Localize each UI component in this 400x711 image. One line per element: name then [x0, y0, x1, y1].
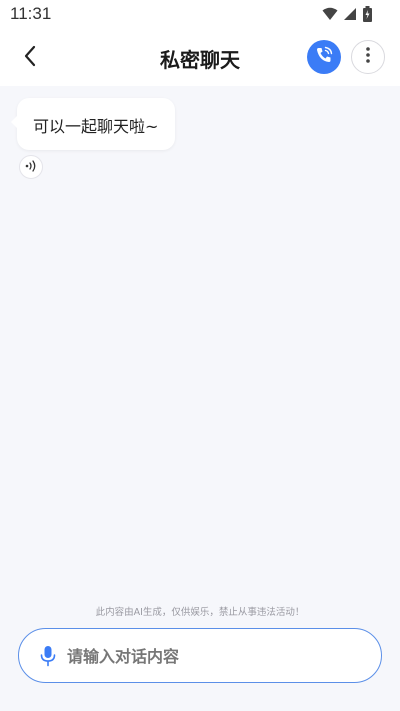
message-bubble: 可以一起聊天啦~ — [11, 98, 175, 150]
header: 私密聊天 — [0, 30, 400, 86]
voice-call-button[interactable] — [307, 40, 341, 74]
back-button[interactable] — [14, 42, 46, 74]
message-text: 可以一起聊天啦~ — [33, 117, 159, 136]
phone-call-icon — [315, 46, 333, 68]
wifi-icon — [322, 7, 338, 21]
chat-area: 可以一起聊天啦~ — [0, 86, 400, 606]
bubble-tail — [11, 115, 18, 129]
play-voice-button[interactable] — [19, 155, 43, 179]
chat-input-bar[interactable] — [18, 628, 382, 683]
chat-input[interactable] — [67, 639, 367, 673]
speaker-wave-icon — [24, 158, 38, 177]
more-options-button[interactable] — [351, 40, 385, 74]
microphone-icon[interactable] — [37, 644, 59, 668]
chevron-left-icon — [23, 45, 37, 71]
cellular-signal-icon — [344, 7, 357, 21]
status-bar: 11:31 — [0, 0, 400, 30]
status-icons — [322, 6, 372, 22]
ai-disclaimer: 此内容由AI生成，仅供娱乐，禁止从事违法活动！ — [95, 607, 305, 618]
more-vertical-icon — [365, 46, 371, 68]
status-time: 11:31 — [10, 4, 52, 23]
battery-charging-icon — [363, 6, 372, 22]
